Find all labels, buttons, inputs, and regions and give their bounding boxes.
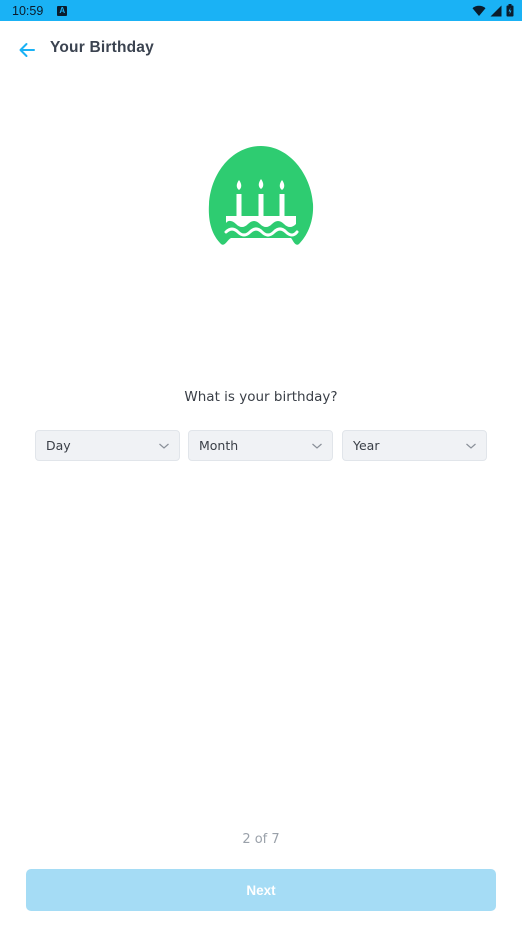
birthday-cake-icon [208,146,314,245]
page-title: Your Birthday [50,39,154,56]
day-select-value: Day [46,438,71,453]
birthday-question: What is your birthday? [184,389,338,405]
wifi-icon [472,5,486,16]
step-progress: 2 of 7 [242,832,280,847]
chevron-down-icon [312,443,322,449]
app-bar: Your Birthday [0,21,522,77]
status-bar: 10:59 A [0,0,522,21]
birthday-cake-illustration [207,144,315,248]
chevron-down-icon [466,443,476,449]
battery-icon [506,4,514,17]
status-time: 10:59 [12,3,44,18]
next-button[interactable]: Next [26,869,496,911]
screen: 10:59 A Your Birthday What is your birth… [0,0,522,928]
year-select-value: Year [353,438,380,453]
chevron-down-icon [159,443,169,449]
signal-icon [490,5,502,16]
arrow-left-icon [19,43,35,57]
year-select[interactable]: Year [342,430,487,461]
status-icons [472,4,514,17]
day-select[interactable]: Day [35,430,180,461]
a-badge-icon: A [57,5,68,16]
month-select-value: Month [199,438,239,453]
month-select[interactable]: Month [188,430,333,461]
back-button[interactable] [14,38,40,62]
